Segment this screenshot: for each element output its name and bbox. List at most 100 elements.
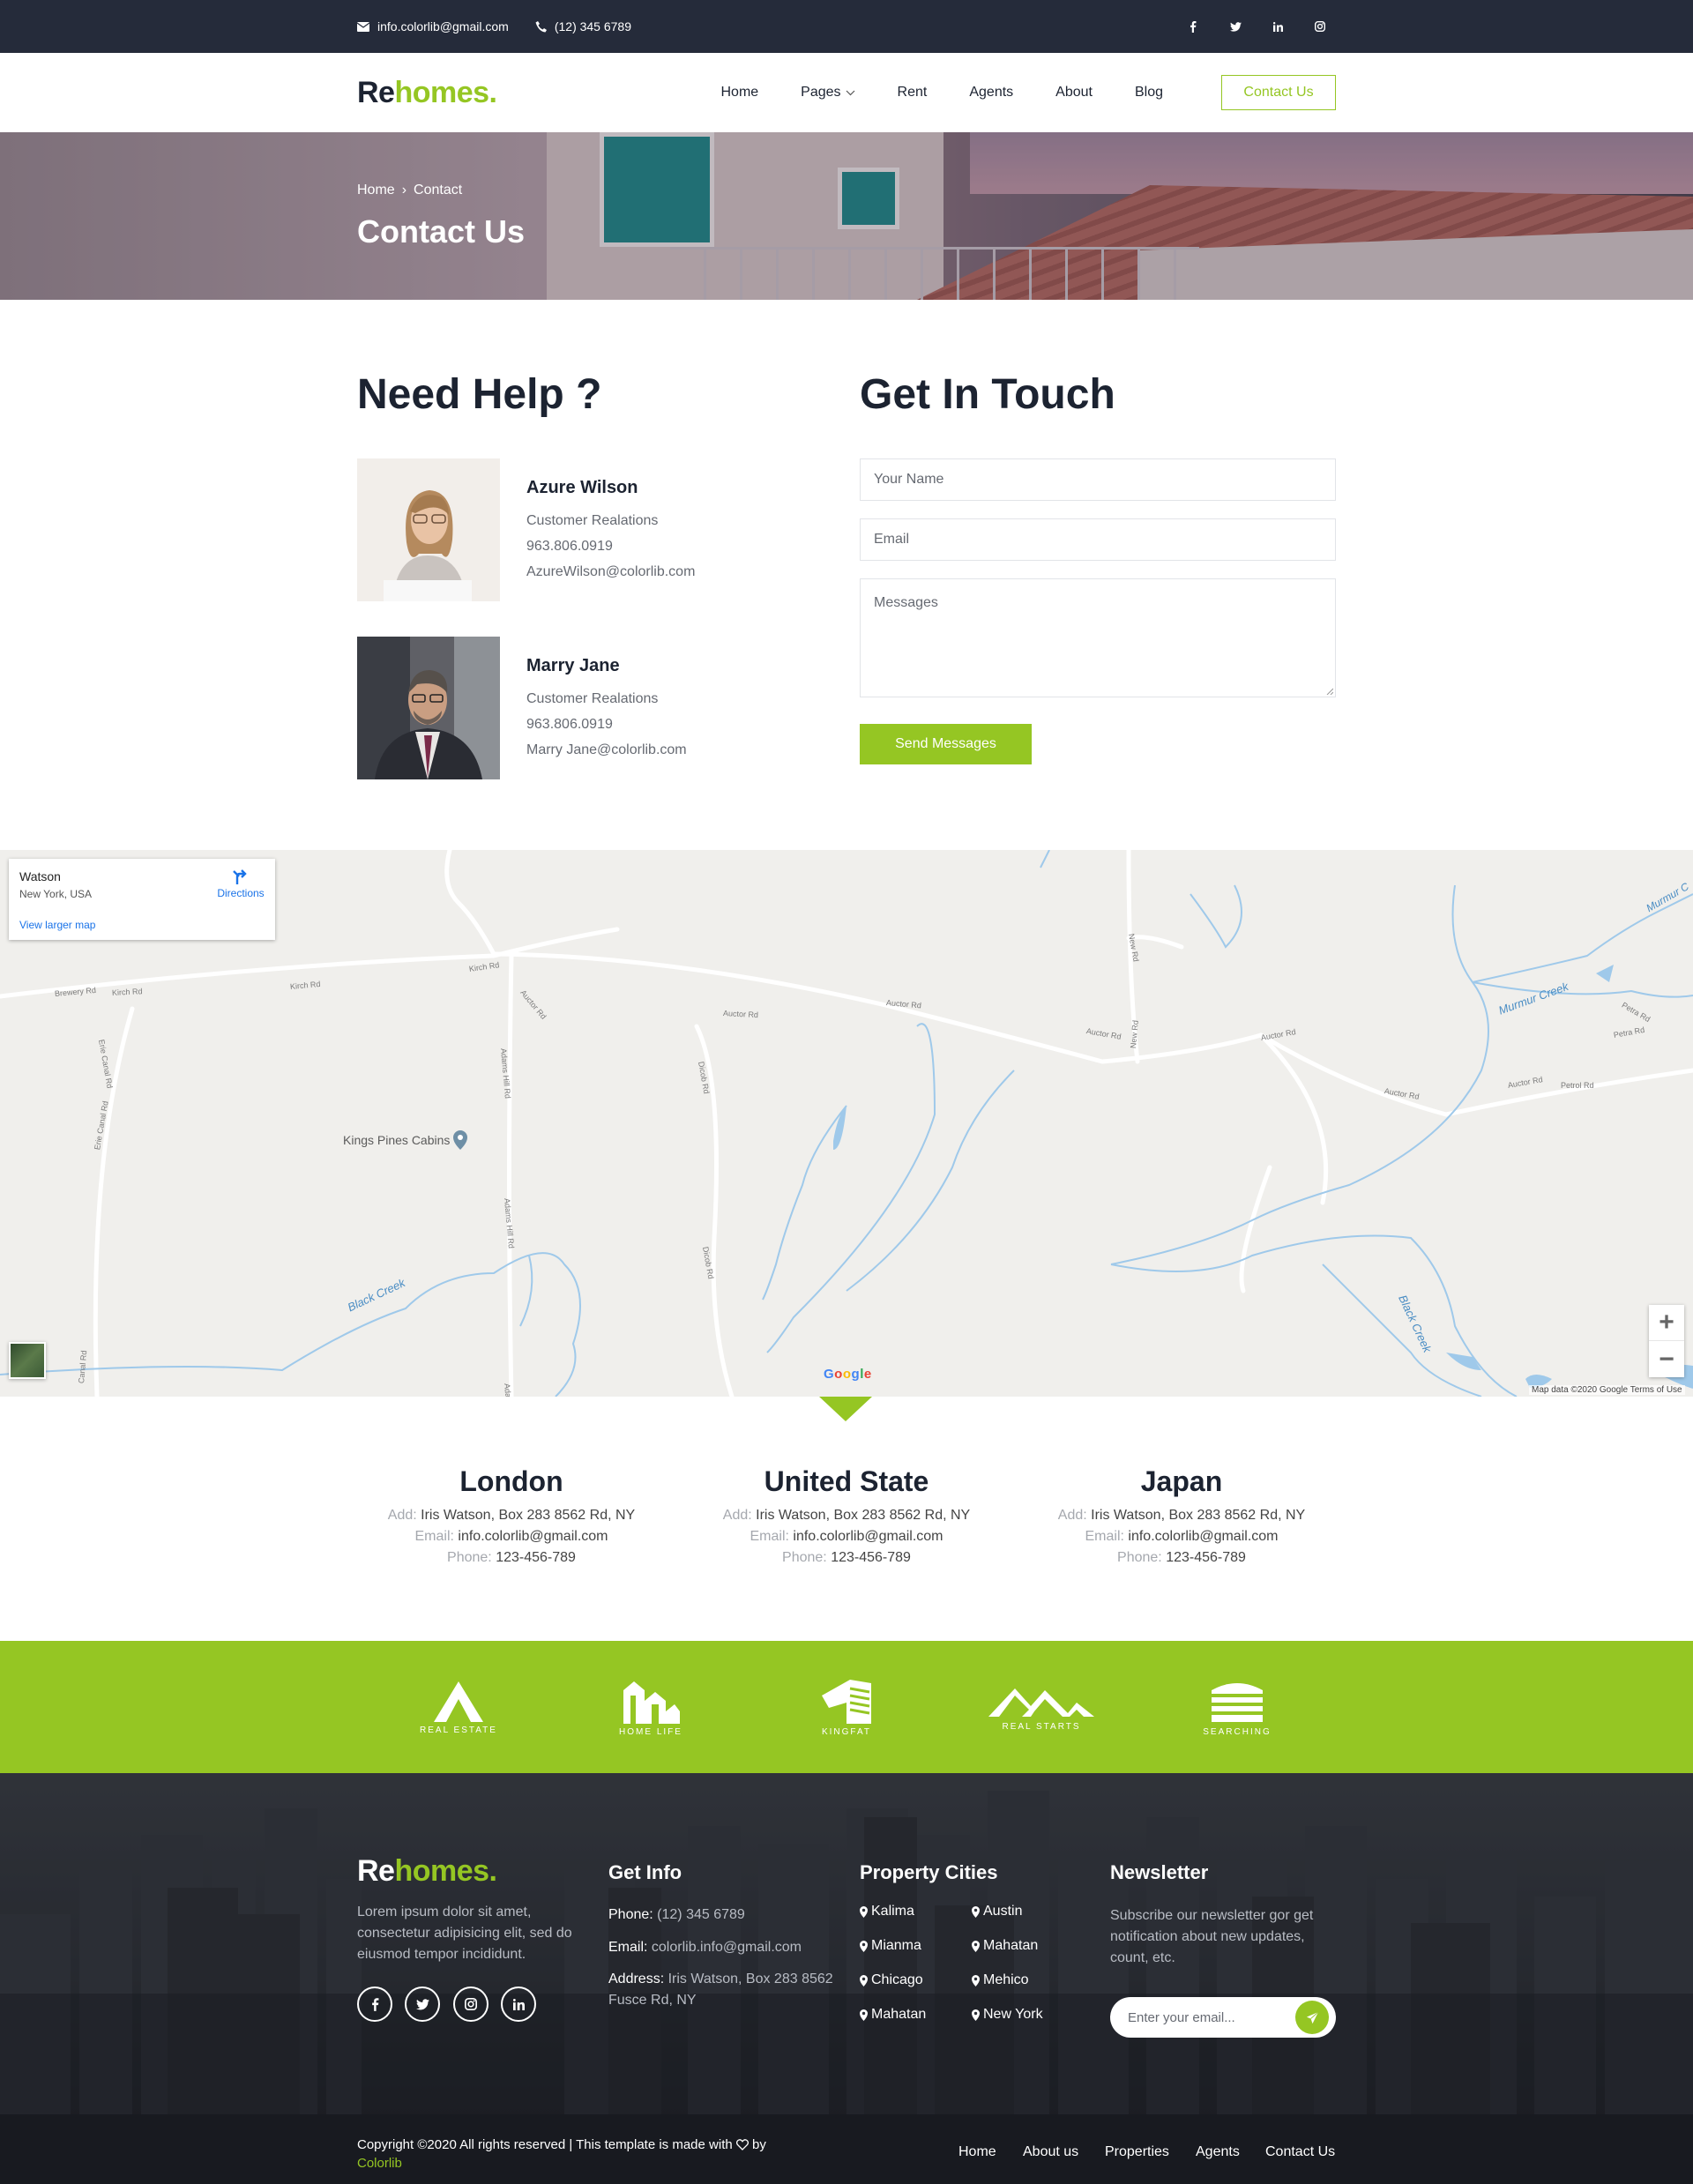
directions-button[interactable]: Directions [210,868,272,899]
zoom-out-button[interactable]: − [1649,1341,1684,1377]
resize-handle-icon[interactable] [1326,688,1333,695]
phone-icon [535,20,547,32]
top-bar: info.colorlib@gmail.com (12) 345 6789 [0,0,1693,53]
property-city-link[interactable]: Austin [972,1904,1022,1919]
agent-email[interactable]: AzureWilson@colorlib.com [526,564,695,580]
site-logo[interactable]: Rehomes. [357,76,497,110]
page-banner [0,132,1693,300]
brand-real-starts-logo[interactable]: REAL STARTS [975,1641,1108,1773]
nav-home[interactable]: Home [720,85,758,101]
heart-icon [735,2139,749,2150]
office-city: United State [764,1465,929,1497]
name-field[interactable]: Your Name [860,458,1336,501]
breadcrumb-current: Contact [414,183,463,198]
agent-card: Marry Jane Customer Realations 963.806.0… [357,637,816,779]
newsletter-title: Newsletter [1110,1861,1209,1883]
footer-nav-link[interactable]: Properties [1105,2144,1169,2160]
office-email[interactable]: info.colorlib@gmail.com [793,1529,943,1544]
office-email[interactable]: info.colorlib@gmail.com [458,1529,608,1544]
footer-phone[interactable]: Phone: (12) 345 6789 [608,1904,846,1926]
office-city: Japan [1140,1465,1223,1497]
colorlib-link[interactable]: Colorlib [357,2156,402,2171]
property-city-link[interactable]: Mahatan [860,2007,926,2023]
google-logo: Google [824,1367,872,1382]
site-footer [0,1773,1693,2114]
office-phone[interactable]: 123-456-789 [831,1550,911,1565]
footer-email[interactable]: Email: colorlib.info@gmail.com [608,1937,846,1958]
contact-us-button[interactable]: Contact Us [1221,75,1336,110]
property-city-link[interactable]: Kalima [860,1904,914,1919]
agent-phone[interactable]: 963.806.0919 [526,717,613,733]
agent-photo [357,458,500,601]
footer-linkedin-icon[interactable] [501,1986,536,2022]
brand-real-estate-logo[interactable]: REAL ESTATE [414,1641,503,1773]
property-city-link[interactable]: Mahatan [972,1938,1038,1954]
agent-photo [357,637,500,779]
page-title: Contact Us [357,213,526,250]
newsletter-submit-button[interactable] [1295,2001,1329,2034]
nav-agents[interactable]: Agents [969,85,1013,101]
chevron-down-icon [846,90,854,95]
office-phone[interactable]: 123-456-789 [1166,1550,1246,1565]
brand-kingfat-logo[interactable]: KINGFAT [802,1641,891,1773]
footer-nav-link[interactable]: Contact Us [1265,2144,1335,2160]
send-messages-button[interactable]: Send Messages [860,724,1032,764]
footer-nav-link[interactable]: About us [1023,2144,1078,2160]
property-city-link[interactable]: New York [972,2007,1043,2023]
breadcrumb: Home › Contact [357,183,462,198]
brand-home-life-logo[interactable]: HOME LIFE [607,1641,695,1773]
nav-pages[interactable]: Pages [801,85,854,101]
map-marker-icon [860,2009,868,2021]
linkedin-icon[interactable] [1269,18,1287,35]
map-attribution[interactable]: Map data ©2020 Google Terms of Use [1529,1385,1685,1395]
agent-email[interactable]: Marry Jane@colorlib.com [526,742,687,758]
map-poi[interactable]: Kings Pines Cabins [343,1130,468,1150]
office-email[interactable]: info.colorlib@gmail.com [1128,1529,1278,1544]
footer-nav-link[interactable]: Home [958,2144,996,2160]
partner-logos: REAL ESTATE HOME LIFE KINGFAT REAL START… [0,1641,1693,1773]
google-map[interactable]: Watson New York, USA View larger map Dir… [0,850,1693,1397]
footer-address: Address: Iris Watson, Box 283 8562 Fusce… [608,1972,833,2008]
topbar-email[interactable]: info.colorlib@gmail.com [357,19,509,34]
map-marker-icon [860,1940,868,1952]
zoom-in-button[interactable]: + [1649,1305,1684,1341]
office-address: Iris Watson, Box 283 8562 Rd, NY [756,1508,971,1523]
property-city-link[interactable]: Mianma [860,1938,921,1954]
footer-logo[interactable]: Rehomes. [357,1854,497,1889]
map-place-title: Watson [19,869,61,883]
newsletter-text: Subscribe our newsletter gor get notific… [1110,1908,1314,1965]
property-cities-title: Property Cities [860,1861,998,1883]
facebook-icon[interactable] [1184,18,1202,35]
map-road-label: Petrol Rd [1561,1081,1594,1090]
footer-nav-link[interactable]: Agents [1196,2144,1240,2160]
envelope-icon [357,21,369,32]
map-marker-icon [972,1974,980,1986]
get-info-title: Get Info [608,1861,682,1883]
property-city-link[interactable]: Chicago [860,1972,923,1988]
need-help-title: Need Help ? [357,371,602,418]
nav-blog[interactable]: Blog [1135,85,1163,101]
view-larger-map-link[interactable]: View larger map [19,919,95,931]
email-field[interactable]: Email [860,518,1336,561]
twitter-icon[interactable] [1227,18,1244,35]
nav-rent[interactable]: Rent [898,85,928,101]
agent-phone[interactable]: 963.806.0919 [526,539,613,555]
footer-twitter-icon[interactable] [405,1986,440,2022]
breadcrumb-home[interactable]: Home [357,183,395,198]
instagram-icon[interactable] [1311,18,1329,35]
send-icon [1306,2011,1318,2024]
nav-about[interactable]: About [1055,85,1093,101]
get-in-touch-title: Get In Touch [860,371,1115,418]
footer-instagram-icon[interactable] [453,1986,489,2022]
satellite-toggle[interactable] [9,1342,46,1379]
brand-searching-logo[interactable]: SEARCHING [1193,1641,1281,1773]
office-city: London [459,1465,563,1497]
map-road-label: Auctor Rd [722,1009,759,1020]
footer-facebook-icon[interactable] [357,1986,392,2022]
property-city-link[interactable]: Mehico [972,1972,1029,1988]
message-field[interactable]: Messages [860,578,1336,697]
office-phone[interactable]: 123-456-789 [496,1550,576,1565]
topbar-phone[interactable]: (12) 345 6789 [535,19,631,34]
map-marker-icon [860,1905,868,1918]
map-marker-icon [860,1974,868,1986]
